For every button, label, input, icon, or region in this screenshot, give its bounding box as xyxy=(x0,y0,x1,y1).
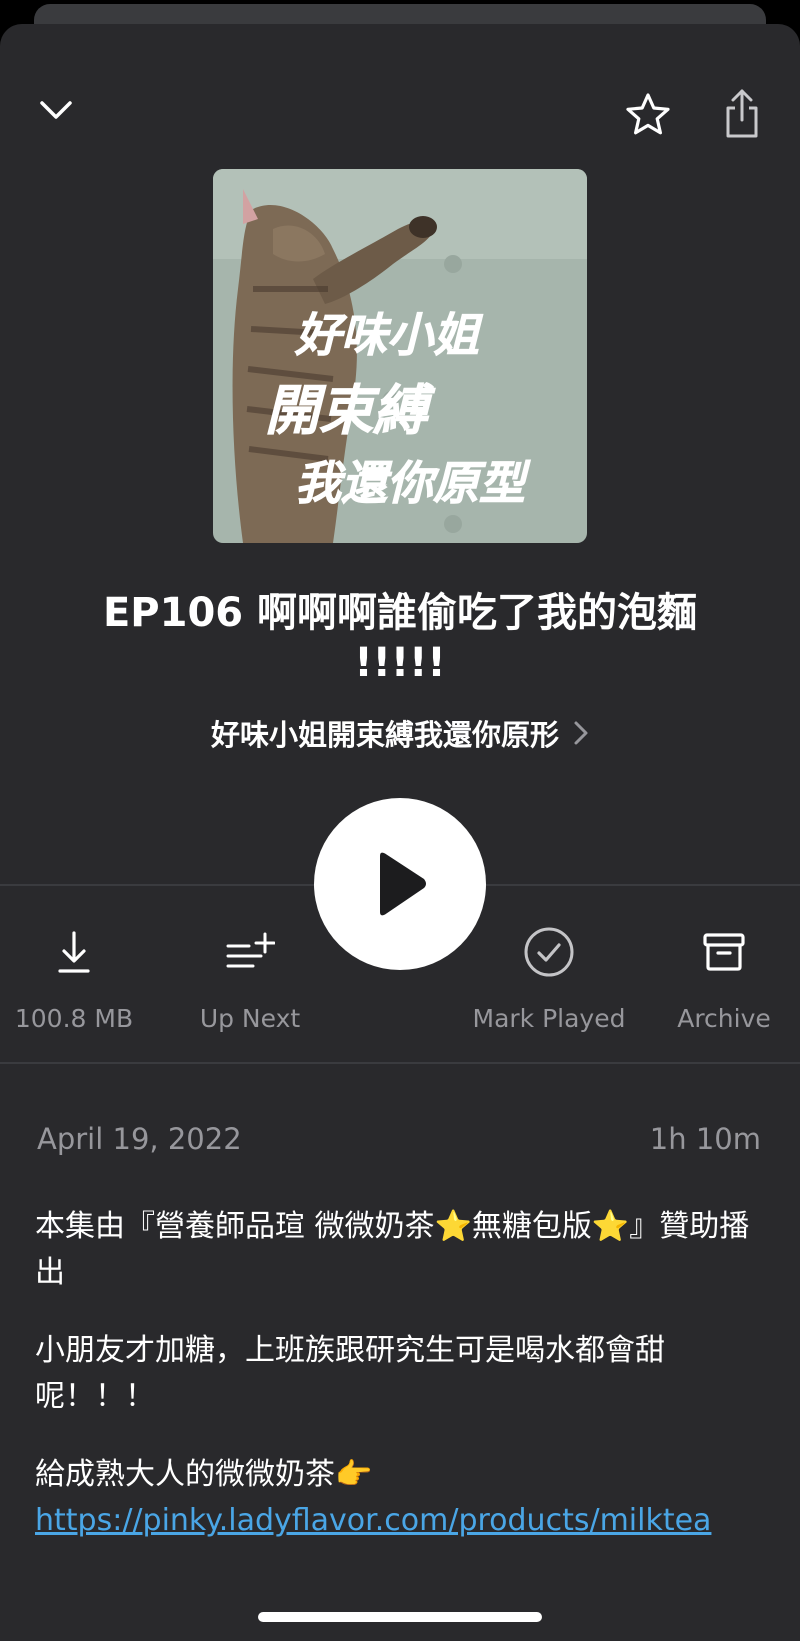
description-paragraph: 小朋友才加糖，上班族跟研究生可是喝水都會甜呢！！！ xyxy=(35,1333,665,1414)
svg-text:開束縛: 開束縛 xyxy=(265,378,436,442)
description-paragraph: 給成熟大人的微微奶茶👉 https://pinky.ladyflavor.com… xyxy=(35,1452,765,1544)
episode-date: April 19, 2022 xyxy=(37,1122,242,1156)
download-icon xyxy=(58,931,90,973)
play-icon xyxy=(380,852,426,916)
share-icon xyxy=(726,89,758,138)
divider xyxy=(0,1062,800,1064)
mark-played-label: Mark Played xyxy=(472,1004,626,1033)
star-icon xyxy=(626,93,670,135)
episode-sheet: 好味小姐 開束縛 我還你原型 EP106 啊啊啊誰偷吃了我的泡麵 !!!!! 好… xyxy=(0,24,800,1641)
up-next-button[interactable]: Up Next xyxy=(170,924,330,1033)
archive-label: Archive xyxy=(677,1004,771,1033)
episode-duration: 1h 10m xyxy=(649,1122,761,1156)
podcast-link[interactable]: 好味小姐開束縛我還你原形 xyxy=(100,712,700,754)
description-text: 給成熟大人的微微奶茶👉 xyxy=(35,1457,373,1492)
check-circle-icon xyxy=(524,927,574,977)
download-button[interactable]: 100.8 MB xyxy=(0,924,154,1033)
play-button[interactable] xyxy=(314,798,486,970)
star-button[interactable] xyxy=(622,88,674,140)
up-next-label: Up Next xyxy=(199,1004,301,1033)
share-button[interactable] xyxy=(716,84,768,144)
episode-description: 本集由『營養師品瑄 微微奶茶⭐️無糖包版⭐️』贊助播出 小朋友才加糖，上班族跟研… xyxy=(35,1204,765,1576)
svg-text:我還你原型: 我還你原型 xyxy=(295,456,531,510)
episode-meta: April 19, 2022 1h 10m xyxy=(37,1122,761,1156)
archive-icon xyxy=(703,933,745,971)
chevron-right-icon xyxy=(574,721,588,745)
podcast-artwork: 好味小姐 開束縛 我還你原型 xyxy=(213,169,587,543)
description-link[interactable]: https://pinky.ladyflavor.com/products/mi… xyxy=(35,1503,711,1538)
description-paragraph: 本集由『營養師品瑄 微微奶茶⭐️無糖包版⭐️』贊助播出 xyxy=(35,1209,750,1290)
podcast-name: 好味小姐開束縛我還你原形 xyxy=(210,718,559,752)
collapse-button[interactable] xyxy=(30,84,82,136)
mark-played-button[interactable]: Mark Played xyxy=(469,924,629,1033)
home-indicator xyxy=(258,1612,542,1622)
download-size-label: 100.8 MB xyxy=(14,1004,134,1033)
episode-title: EP106 啊啊啊誰偷吃了我的泡麵 !!!!! xyxy=(102,590,698,686)
chevron-down-icon xyxy=(40,101,72,119)
svg-text:好味小姐: 好味小姐 xyxy=(294,308,484,362)
up-next-icon xyxy=(226,932,275,968)
archive-button[interactable]: Archive xyxy=(644,924,800,1033)
